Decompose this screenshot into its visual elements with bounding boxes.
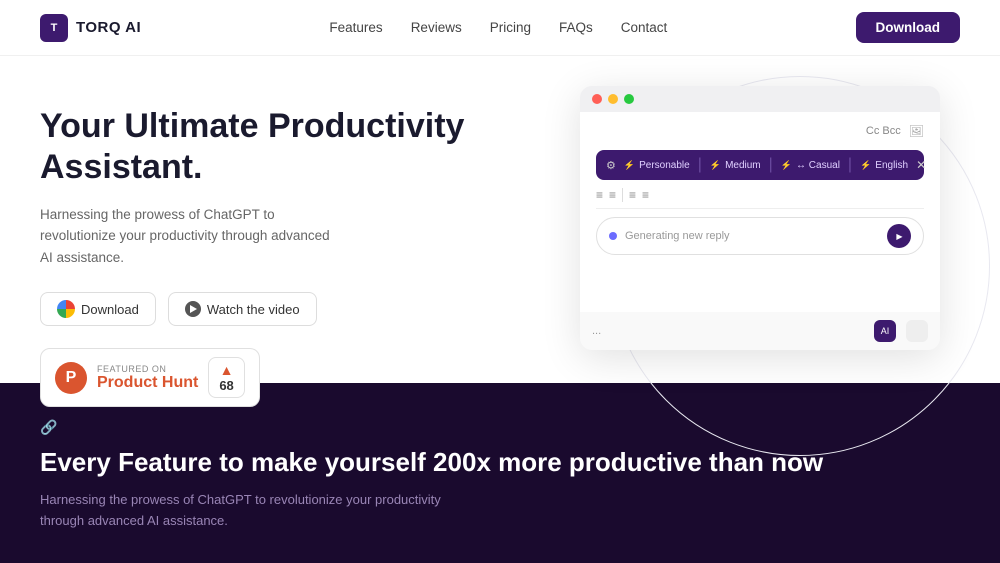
email-header: Cc Bcc 🖼 bbox=[596, 124, 924, 138]
ai-reply-text: Generating new reply bbox=[625, 230, 879, 242]
ai-reply-bar: Generating new reply bbox=[596, 217, 924, 255]
format-separator bbox=[622, 188, 623, 202]
dark-section-description: Harnessing the prowess of ChatGPT to rev… bbox=[40, 490, 460, 532]
download-button[interactable]: Download bbox=[40, 292, 156, 326]
nav-features[interactable]: Features bbox=[329, 20, 382, 35]
link-icon: 🔗 bbox=[40, 419, 57, 436]
hero-buttons: Download Watch the video bbox=[40, 292, 470, 326]
hero-section: Your Ultimate Productivity Assistant. Ha… bbox=[0, 56, 1000, 383]
nav-reviews[interactable]: Reviews bbox=[411, 20, 462, 35]
download-label: Download bbox=[81, 302, 139, 317]
format-btn-3[interactable]: ≡ bbox=[629, 188, 636, 202]
footer-icon-trash[interactable] bbox=[906, 320, 928, 342]
footer-icon-ai[interactable]: AI bbox=[874, 320, 896, 342]
ph-count: 68 bbox=[219, 378, 233, 393]
browser-body: Cc Bcc 🖼 ⚙ Personable | Medium | ↔ Casua… bbox=[580, 112, 940, 312]
logo-text: TORQ AI bbox=[76, 19, 141, 36]
hero-right: Cc Bcc 🖼 ⚙ Personable | Medium | ↔ Casua… bbox=[470, 96, 960, 350]
ai-reply-indicator bbox=[609, 232, 617, 240]
hero-title: Your Ultimate Productivity Assistant. bbox=[40, 106, 470, 188]
navbar: T TORQ AI Features Reviews Pricing FAQs … bbox=[0, 0, 1000, 56]
browser-mockup: Cc Bcc 🖼 ⚙ Personable | Medium | ↔ Casua… bbox=[580, 86, 940, 350]
watch-video-button[interactable]: Watch the video bbox=[168, 292, 317, 326]
toolbar-casual: ↔ Casual bbox=[781, 160, 840, 171]
ph-text: FEATURED ON Product Hunt bbox=[97, 364, 198, 392]
image-icon: 🖼 bbox=[909, 124, 924, 138]
ph-logo-icon: P bbox=[55, 362, 87, 394]
chrome-icon bbox=[57, 300, 75, 318]
format-btn-1[interactable]: ≡ bbox=[596, 188, 603, 202]
browser-topbar bbox=[580, 86, 940, 112]
toolbar-medium: Medium bbox=[710, 160, 761, 171]
ph-votes: ▲ 68 bbox=[208, 357, 244, 398]
ph-featured-label: FEATURED ON bbox=[97, 364, 198, 374]
hero-left: Your Ultimate Productivity Assistant. Ha… bbox=[40, 96, 470, 407]
ph-name: Product Hunt bbox=[97, 374, 198, 392]
format-btn-4[interactable]: ≡ bbox=[642, 188, 649, 202]
browser-footer: ... AI bbox=[580, 312, 940, 350]
ph-arrow-icon: ▲ bbox=[220, 362, 234, 378]
logo-icon: T bbox=[40, 14, 68, 42]
play-icon bbox=[185, 301, 201, 317]
nav-contact[interactable]: Contact bbox=[621, 20, 668, 35]
nav-logo: T TORQ AI bbox=[40, 14, 141, 42]
dot-green bbox=[624, 94, 634, 104]
hero-description: Harnessing the prowess of ChatGPT to rev… bbox=[40, 204, 340, 269]
footer-text: ... bbox=[592, 325, 601, 337]
toolbar-english: English bbox=[860, 160, 908, 171]
footer-ai-label: AI bbox=[881, 326, 890, 336]
nav-faqs[interactable]: FAQs bbox=[559, 20, 593, 35]
format-btn-2[interactable]: ≡ bbox=[609, 188, 616, 202]
nav-pricing[interactable]: Pricing bbox=[490, 20, 531, 35]
product-hunt-badge[interactable]: P FEATURED ON Product Hunt ▲ 68 bbox=[40, 348, 260, 407]
format-bar: ≡ ≡ ≡ ≡ bbox=[596, 188, 924, 209]
toolbar-close-icon[interactable]: ✕ bbox=[916, 158, 926, 172]
email-cc: Cc Bcc bbox=[866, 125, 901, 137]
ai-toolbar: ⚙ Personable | Medium | ↔ Casual | Engli… bbox=[596, 150, 924, 180]
ai-reply-send-button[interactable] bbox=[887, 224, 911, 248]
watch-label: Watch the video bbox=[207, 302, 300, 317]
dot-yellow bbox=[608, 94, 618, 104]
nav-links: Features Reviews Pricing FAQs Contact bbox=[329, 20, 667, 35]
ai-settings-icon: ⚙ bbox=[606, 159, 616, 172]
dot-red bbox=[592, 94, 602, 104]
footer-icons: AI bbox=[874, 320, 928, 342]
toolbar-personable: Personable bbox=[624, 160, 690, 171]
nav-download-button[interactable]: Download bbox=[856, 12, 961, 43]
